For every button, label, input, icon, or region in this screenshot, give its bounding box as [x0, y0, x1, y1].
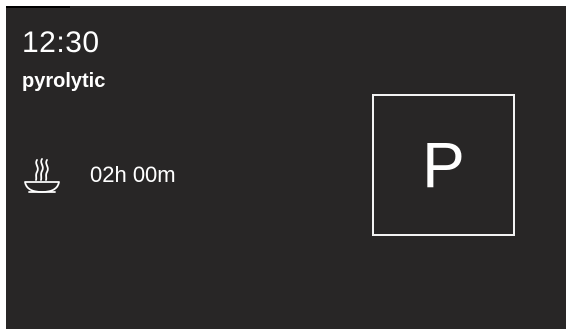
cooking-mode-label: pyrolytic	[22, 70, 106, 92]
program-indicator-box: P	[372, 94, 515, 236]
duration-row: 02h 00m	[20, 154, 176, 196]
oven-display-screen: 12:30 pyrolytic 02h 00m P	[6, 6, 566, 329]
remaining-duration: 02h 00m	[90, 162, 176, 187]
program-letter: P	[422, 129, 465, 201]
screen-top-edge	[6, 6, 70, 8]
cooking-pan-steam-icon	[24, 158, 60, 193]
clock-time: 12:30	[22, 26, 100, 59]
